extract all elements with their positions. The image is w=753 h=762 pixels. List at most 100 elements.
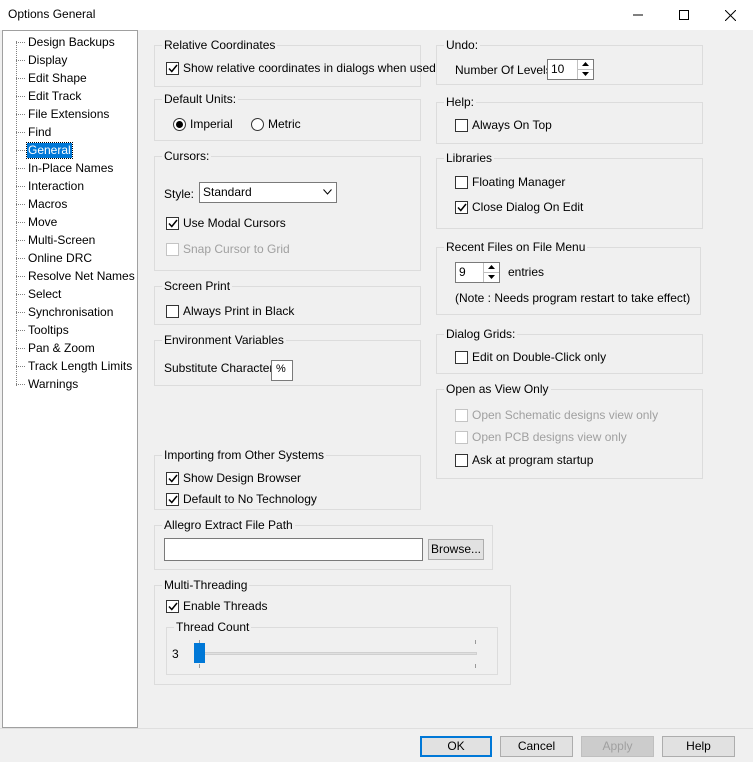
spin-up-button[interactable] (484, 263, 499, 273)
spin-down-button[interactable] (578, 70, 593, 80)
show-design-browser-checkbox[interactable]: Show Design Browser (166, 471, 301, 485)
close-dialog-on-edit-checkbox[interactable]: Close Dialog On Edit (455, 200, 583, 214)
spinner-buttons[interactable] (483, 263, 499, 282)
undo-group: Undo: Number Of Levels: 10 (436, 38, 703, 85)
radio-label: Imperial (190, 117, 233, 131)
radio-circle (251, 117, 264, 131)
group-legend: Multi-Threading (162, 578, 250, 592)
checkbox-box (166, 599, 179, 613)
restart-note: (Note : Needs program restart to take ef… (455, 291, 691, 305)
spin-up-button[interactable] (578, 60, 593, 70)
checkbox-label: Show Design Browser (183, 471, 302, 485)
checkbox-box (455, 350, 468, 364)
maximize-button[interactable] (661, 0, 707, 30)
environment-variables-group: Environment Variables Substitute Charact… (154, 333, 421, 386)
cancel-button[interactable]: Cancel (500, 736, 573, 757)
checkbox-label: Snap Cursor to Grid (183, 242, 290, 256)
allegro-extract-group: Allegro Extract File Path Browse... (154, 518, 493, 570)
recent-files-spinner[interactable]: 9 (455, 262, 500, 283)
checkbox-box (455, 200, 468, 214)
screen-print-group: Screen Print Always Print in Black (154, 279, 421, 325)
input-value: % (276, 363, 286, 375)
ok-button[interactable]: OK (420, 736, 492, 757)
default-no-technology-checkbox[interactable]: Default to No Technology (166, 492, 317, 506)
metric-radio[interactable]: Metric (251, 117, 301, 131)
help-button[interactable]: Help (662, 736, 735, 757)
always-on-top-checkbox[interactable]: Always On Top (455, 118, 552, 132)
slider-thumb[interactable] (194, 643, 205, 663)
spinner-value: 10 (551, 62, 565, 76)
style-label: Style: (164, 187, 195, 201)
checkbox-label: Floating Manager (472, 175, 566, 189)
slider-track (203, 652, 477, 655)
group-legend: Libraries (444, 151, 495, 165)
checkbox-box (166, 216, 179, 230)
checkbox-label: Show relative coordinates in dialogs whe… (183, 61, 436, 75)
enable-threads-checkbox[interactable]: Enable Threads (166, 599, 268, 613)
cursor-style-select[interactable]: Standard (199, 182, 337, 203)
apply-button[interactable]: Apply (581, 736, 654, 757)
spin-up-icon (488, 265, 495, 270)
minimize-button[interactable] (615, 0, 661, 30)
imperial-radio[interactable]: Imperial (173, 117, 233, 131)
group-legend: Relative Coordinates (162, 38, 278, 52)
spinner-buttons[interactable] (577, 60, 593, 79)
radio-circle (173, 117, 186, 131)
group-legend: Cursors: (162, 149, 212, 163)
group-legend: Recent Files on File Menu (444, 240, 588, 254)
spinner-value: 9 (459, 265, 466, 279)
checkbox-box (166, 242, 179, 256)
floating-manager-checkbox[interactable]: Floating Manager (455, 175, 565, 189)
maximize-icon (679, 10, 689, 20)
spin-up-icon (582, 62, 589, 67)
checkbox-label: Always Print in Black (183, 304, 295, 318)
checkbox-box (166, 61, 179, 75)
checkmark-icon (167, 219, 178, 228)
checkbox-box (166, 471, 179, 485)
number-of-levels-label: Number Of Levels: (455, 63, 556, 77)
checkmark-icon (456, 203, 467, 212)
schematic-view-only-checkbox[interactable]: Open Schematic designs view only (455, 408, 658, 422)
edit-double-click-checkbox[interactable]: Edit on Double-Click only (455, 350, 606, 364)
checkbox-label: Always On Top (472, 118, 552, 132)
undo-levels-spinner[interactable]: 10 (547, 59, 594, 80)
checkbox-label: Use Modal Cursors (183, 216, 286, 230)
minimize-icon (633, 14, 643, 16)
radio-label: Metric (268, 117, 301, 131)
group-legend: Environment Variables (162, 333, 286, 347)
checkbox-label: Open Schematic designs view only (472, 408, 659, 422)
slider-tick (475, 664, 476, 668)
group-legend: Default Units: (162, 92, 239, 106)
checkbox-box (455, 453, 468, 467)
browse-button[interactable]: Browse... (428, 539, 484, 560)
pcb-view-only-checkbox[interactable]: Open PCB designs view only (455, 430, 627, 444)
checkbox-label: Ask at program startup (472, 453, 594, 467)
checkbox-label: Enable Threads (183, 599, 268, 613)
relative-coordinates-group: Relative Coordinates Show relative coord… (154, 38, 436, 87)
checkbox-box (166, 492, 179, 506)
checkbox-label: Edit on Double-Click only (472, 350, 607, 364)
close-button[interactable] (707, 0, 753, 30)
always-print-black-checkbox[interactable]: Always Print in Black (166, 304, 294, 318)
use-modal-cursors-checkbox[interactable]: Use Modal Cursors (166, 216, 286, 230)
recent-files-group: Recent Files on File Menu 9 entries (Not… (436, 240, 701, 315)
cursors-group: Cursors: Style: Standard Use Modal Curso… (154, 149, 421, 271)
checkmark-icon (167, 495, 178, 504)
substitute-character-input[interactable]: % (271, 360, 293, 381)
category-tree[interactable]: Design Backups Display Edit Shape Edit T… (2, 30, 138, 728)
snap-cursor-to-grid-checkbox[interactable]: Snap Cursor to Grid (166, 242, 290, 256)
show-relative-coordinates-checkbox[interactable]: Show relative coordinates in dialogs whe… (166, 61, 436, 75)
dialog-grids-group: Dialog Grids: Edit on Double-Click only (436, 327, 703, 374)
multi-threading-group: Multi-Threading Enable Threads Thread Co… (154, 578, 511, 685)
libraries-group: Libraries Floating Manager Close Dialog … (436, 151, 703, 229)
tree-connector (16, 41, 17, 386)
thread-count-value: 3 (172, 647, 179, 661)
thread-count-slider[interactable] (194, 640, 479, 668)
title-bar: Options General (0, 0, 753, 30)
spin-down-button[interactable] (484, 273, 499, 283)
spin-down-icon (582, 72, 589, 77)
checkbox-label: Default to No Technology (183, 492, 317, 506)
allegro-path-input[interactable] (164, 538, 423, 561)
checkmark-icon (167, 64, 178, 73)
ask-at-startup-checkbox[interactable]: Ask at program startup (455, 453, 593, 467)
